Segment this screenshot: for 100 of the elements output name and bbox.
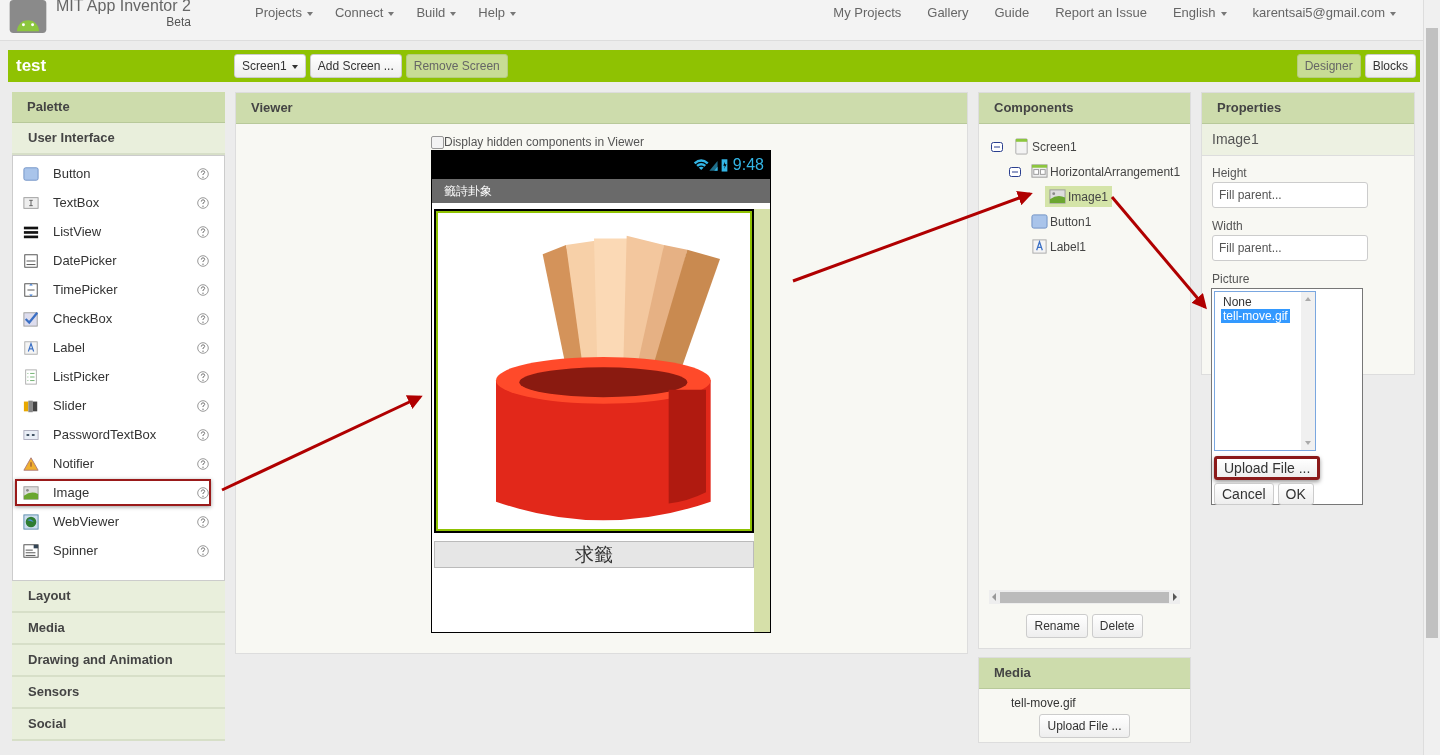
tree-item[interactable]: HorizontalArrangement1 (1027, 161, 1185, 182)
nav-link[interactable]: My Projects (833, 5, 902, 20)
textbox-icon (23, 194, 39, 211)
palette-item[interactable]: DatePicker (15, 247, 211, 274)
help-icon[interactable] (197, 428, 209, 441)
help-icon[interactable] (197, 370, 209, 383)
help-icon[interactable] (197, 312, 209, 325)
app-title-bar: 籤詩卦象 (432, 179, 770, 203)
panel-header: Media (979, 658, 1190, 689)
list-scrollbar[interactable] (1301, 292, 1315, 450)
button-icon (1031, 213, 1048, 230)
file-list[interactable]: None tell-move.gif (1214, 291, 1316, 451)
label-icon (23, 339, 39, 356)
dialog-button[interactable]: Cancel (1214, 483, 1274, 505)
spinner-icon (23, 542, 39, 559)
help-icon[interactable] (197, 254, 209, 267)
menu-item[interactable]: Projects (255, 5, 313, 20)
upload-file-button[interactable]: Upload File ... (1039, 714, 1130, 738)
palette-item[interactable]: TextBox (15, 189, 211, 216)
checkbox-icon (23, 310, 39, 327)
panel-header: Properties (1202, 93, 1414, 124)
panel-header: Components (979, 93, 1190, 124)
menu-item[interactable]: Help (478, 5, 517, 20)
notifier-icon (23, 455, 39, 472)
help-icon[interactable] (197, 457, 209, 470)
palette-category[interactable]: Media (12, 613, 225, 645)
project-name: test (15, 56, 48, 76)
tree-item[interactable]: Image1 (1045, 186, 1113, 207)
palette-item[interactable]: Label (15, 334, 211, 361)
nav-link[interactable]: Gallery (927, 5, 969, 20)
view-toggle-button[interactable]: Designer (1296, 54, 1361, 78)
help-icon[interactable] (197, 167, 209, 180)
palette-category[interactable]: Sensors (12, 677, 225, 709)
label-icon (1031, 238, 1048, 255)
file-option[interactable]: None (1221, 295, 1254, 309)
tree-item[interactable]: Button1 (1027, 211, 1096, 232)
clock-time: 9:48 (732, 156, 764, 174)
palette-item[interactable]: Spinner (15, 537, 211, 564)
media-file[interactable]: tell-move.gif (1011, 696, 1076, 710)
nav-link[interactable]: Report an Issue (1055, 5, 1147, 20)
selected-component-name: Image1 (1202, 124, 1414, 156)
palette-category[interactable]: Social (12, 709, 225, 741)
nav-link[interactable]: Guide (994, 5, 1030, 20)
help-icon[interactable] (197, 399, 209, 412)
palette-item[interactable]: PasswordTextBox (15, 421, 211, 448)
palette-item[interactable]: Slider (15, 392, 211, 419)
component-action-button[interactable]: Delete (1091, 614, 1143, 638)
palette-item[interactable]: WebViewer (15, 508, 211, 535)
property-label: Picture (1212, 272, 1251, 286)
property-field[interactable]: Fill parent... (1212, 182, 1368, 208)
nav-link[interactable]: karentsai5@gmail.com (1252, 5, 1396, 20)
menu-item[interactable]: Build (416, 5, 457, 20)
palette-item[interactable]: Button (15, 160, 211, 187)
status-icons-icon (692, 157, 729, 173)
palette-category[interactable]: Drawing and Animation (12, 645, 225, 677)
button-icon (23, 165, 39, 182)
menu-item[interactable]: Connect (334, 5, 395, 20)
property-label: Width (1212, 219, 1244, 233)
view-toggle-button[interactable]: Blocks (1364, 54, 1416, 78)
property-field[interactable]: Fill parent... (1212, 235, 1368, 261)
toolbar-button[interactable]: Screen1 (234, 54, 306, 78)
property-label: Height (1212, 166, 1248, 180)
hidden-components-checkbox[interactable]: Display hidden components in Viewer (431, 135, 967, 149)
listpicker-icon (23, 368, 39, 385)
tree-item[interactable]: Label1 (1027, 236, 1091, 257)
help-icon[interactable] (197, 486, 209, 499)
screen-icon (1013, 138, 1030, 155)
palette-item[interactable]: CheckBox (15, 305, 211, 332)
tree-item[interactable]: Screen1 (1009, 136, 1081, 157)
upload-file-button[interactable]: Upload File ... (1214, 456, 1321, 480)
help-icon[interactable] (197, 196, 209, 209)
help-icon[interactable] (197, 225, 209, 238)
edition-label: Beta (166, 16, 191, 28)
nav-link[interactable]: English (1172, 5, 1227, 20)
app-name: MIT App Inventor 2 (56, 0, 191, 14)
palette-item[interactable]: Notifier (15, 450, 211, 477)
palette-category[interactable]: User Interface (12, 123, 225, 155)
page-scrollbar[interactable] (1423, 0, 1440, 755)
webviewer-icon (23, 513, 39, 530)
help-icon[interactable] (197, 515, 209, 528)
dialog-button[interactable]: OK (1277, 483, 1314, 505)
help-icon[interactable] (197, 283, 209, 296)
image-icon (23, 484, 39, 501)
palette-item[interactable]: ListPicker (15, 363, 211, 390)
collapse-toggle-icon[interactable] (1009, 165, 1021, 178)
image-icon (1049, 188, 1066, 205)
palette-category[interactable]: Layout (12, 581, 225, 613)
palette-item[interactable]: Image (15, 479, 211, 506)
arrangement-icon (1031, 163, 1048, 180)
toolbar-button[interactable]: Add Screen ... (309, 54, 402, 78)
panel-header: Palette (12, 92, 225, 123)
datepicker-icon (23, 252, 39, 269)
panel-header: Viewer (236, 93, 967, 124)
help-icon[interactable] (197, 544, 209, 557)
palette-item[interactable]: ListView (15, 218, 211, 245)
collapse-toggle-icon[interactable] (991, 140, 1003, 153)
horizontal-scrollbar[interactable] (989, 590, 1180, 604)
help-icon[interactable] (197, 341, 209, 354)
palette-item[interactable]: TimePicker (15, 276, 211, 303)
component-action-button[interactable]: Rename (1026, 614, 1088, 638)
